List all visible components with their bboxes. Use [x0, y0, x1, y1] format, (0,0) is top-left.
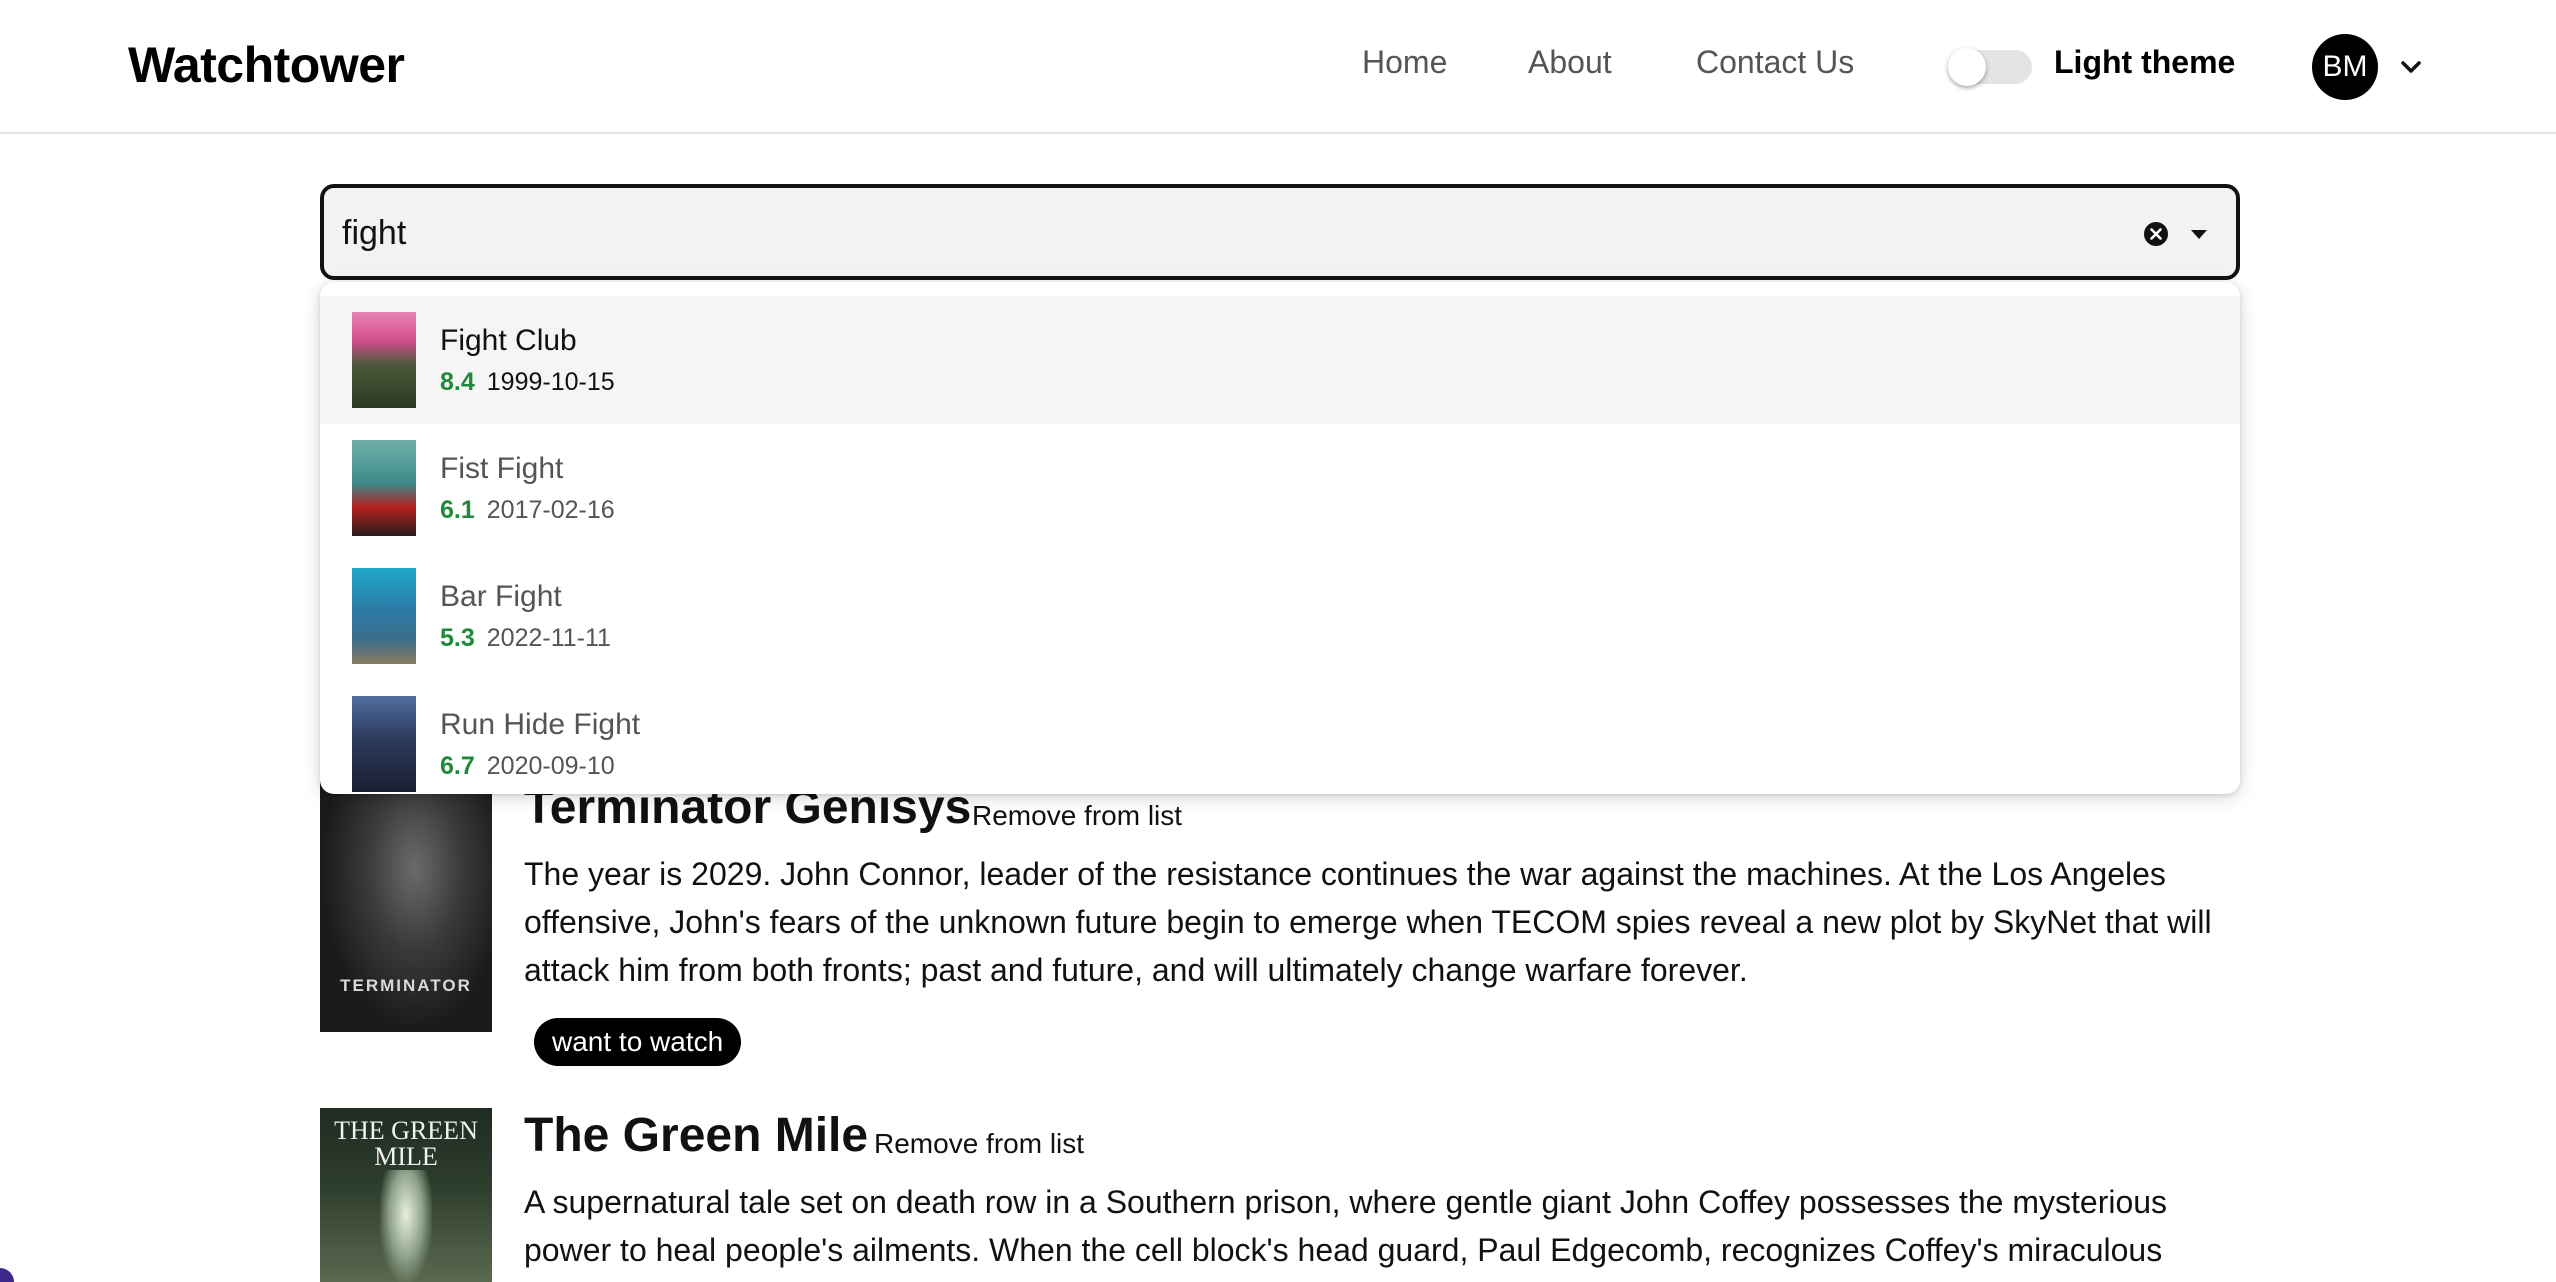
suggestion-meta: 5.3 2022-11-11 [440, 624, 611, 653]
toggle-knob [1948, 48, 1986, 86]
movie-description: A supernatural tale set on death row in … [524, 1184, 2168, 1268]
remove-from-list-button[interactable]: Remove from list [874, 1128, 1084, 1160]
nav-contact-link[interactable]: Contact Us [1696, 44, 1854, 81]
user-avatar[interactable]: BM [2312, 34, 2378, 100]
suggestion-title: Run Hide Fight [440, 708, 641, 741]
suggestion-thumbnail [352, 696, 416, 792]
rating-value: 6.7 [440, 752, 475, 780]
nav-about-link[interactable]: About [1528, 44, 1612, 81]
release-date: 2017-02-16 [486, 496, 615, 524]
search-input[interactable] [342, 210, 2042, 256]
suggestion-thumbnail [352, 568, 416, 664]
suggestion-meta: 6.1 2017-02-16 [440, 496, 615, 525]
movie-title[interactable]: The Green Mile [524, 1108, 868, 1163]
rating-value: 6.1 [440, 496, 475, 524]
suggestion-option[interactable]: Fist Fight 6.1 2017-02-16 [320, 424, 2240, 552]
page: Watchtower Home About Contact Us Light t… [0, 0, 2556, 1282]
theme-toggle-label: Light theme [2054, 44, 2236, 80]
movie-search-box[interactable] [320, 184, 2240, 280]
suggestion-meta: 6.7 2020-09-10 [440, 752, 615, 781]
status-badge[interactable]: want to watch [534, 1018, 742, 1066]
theme-toggle-switch[interactable] [1948, 48, 2032, 86]
nav-home-link[interactable]: Home [1362, 44, 1447, 81]
top-navbar: Watchtower Home About Contact Us Light t… [0, 0, 2556, 134]
poster-artwork [380, 1170, 432, 1282]
suggestion-option[interactable]: Fight Club 8.4 1999-10-15 [320, 296, 2240, 424]
suggestion-thumbnail [352, 440, 416, 536]
caret-down-icon[interactable] [2186, 224, 2212, 244]
remove-from-list-button[interactable]: Remove from list [972, 800, 1182, 832]
suggestion-option[interactable]: Bar Fight 5.3 2022-11-11 [320, 552, 2240, 680]
search-suggestions-dropdown: Fight Club 8.4 1999-10-15 Fist Fight 6.1 2… [320, 282, 2240, 794]
release-date: 2020-09-10 [486, 752, 615, 780]
window-corner-accent [0, 1268, 14, 1282]
movie-description: The year is 2029. John Connor, leader of… [524, 856, 2212, 988]
suggestion-title: Bar Fight [440, 580, 562, 613]
suggestion-thumbnail [352, 312, 416, 408]
suggestion-title: Fist Fight [440, 452, 564, 485]
brand-logo[interactable]: Watchtower [128, 36, 405, 94]
rating-value: 5.3 [440, 624, 475, 652]
rating-value: 8.4 [440, 368, 475, 396]
movie-poster[interactable]: TERMINATOR [320, 780, 492, 1032]
suggestion-title: Fight Club [440, 324, 577, 357]
suggestion-meta: 8.4 1999-10-15 [440, 368, 615, 397]
poster-title-text: TERMINATOR [340, 976, 472, 995]
chevron-down-icon[interactable] [2396, 52, 2426, 82]
poster-title-text: THE GREEN MILE [334, 1116, 478, 1171]
release-date: 1999-10-15 [486, 368, 615, 396]
movie-poster[interactable]: THE GREEN MILE [320, 1108, 492, 1282]
clear-circle-icon[interactable] [2142, 220, 2170, 248]
release-date: 2022-11-11 [486, 624, 611, 652]
suggestion-option[interactable]: Run Hide Fight 6.7 2020-09-10 [320, 680, 2240, 794]
